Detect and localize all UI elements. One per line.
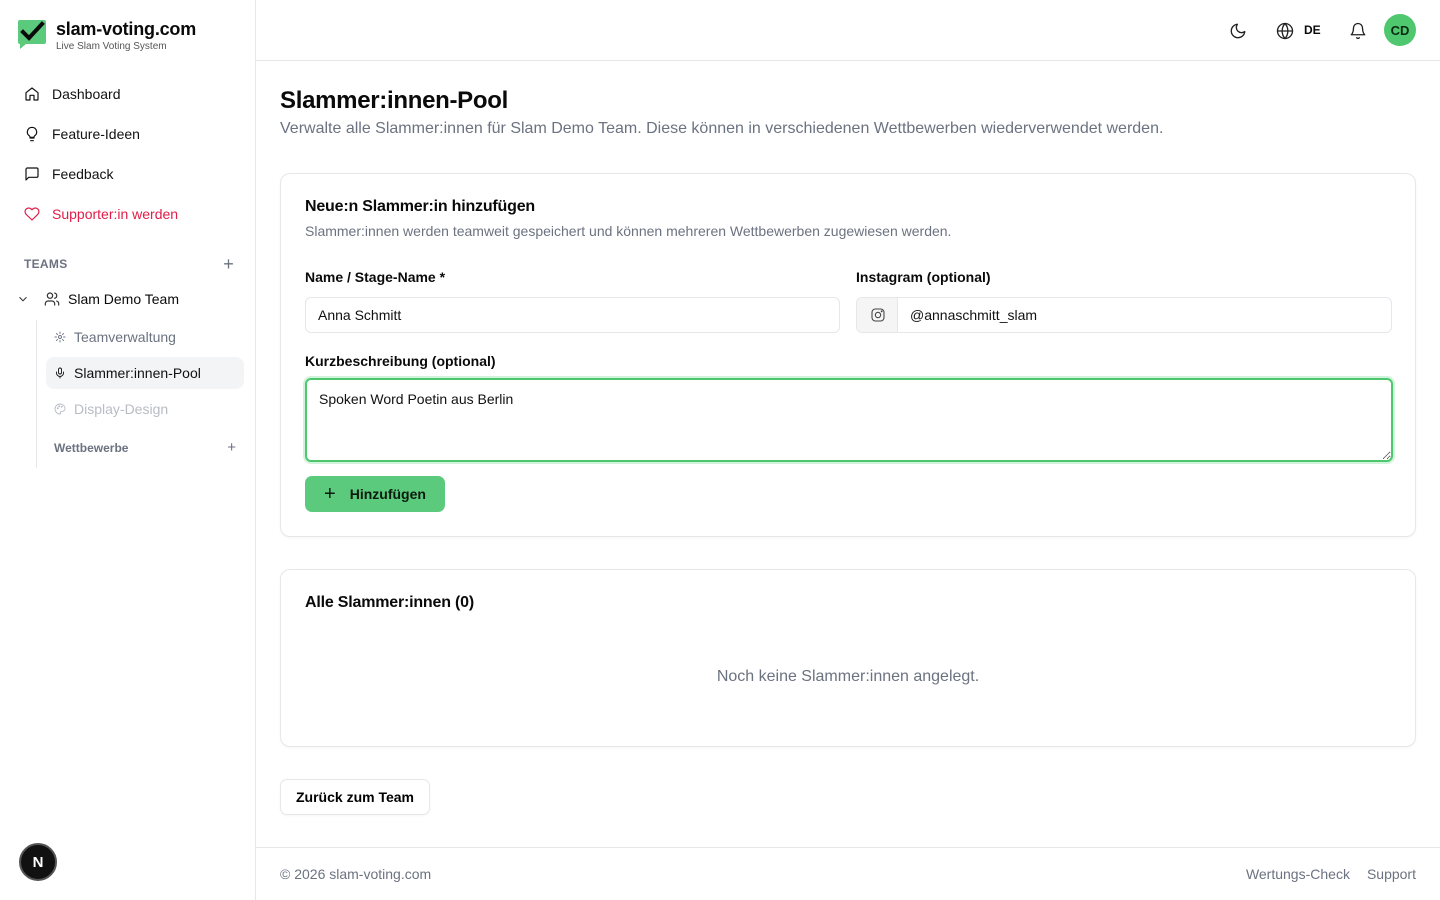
add-team-icon[interactable]: + (223, 255, 234, 273)
sidebar: slam-voting.com Live Slam Voting System … (0, 0, 256, 900)
add-competition-icon[interactable]: + (227, 440, 236, 456)
competitions-heading-label: Wettbewerbe (54, 441, 129, 455)
sidebar-item-label: Teamverwaltung (74, 329, 176, 345)
sidebar-item-teamverwaltung[interactable]: Teamverwaltung (46, 321, 244, 353)
back-to-team-button[interactable]: Zurück zum Team (280, 779, 430, 815)
competitions-heading: Wettbewerbe + (54, 440, 236, 456)
users-icon (44, 292, 60, 306)
main-nav: Dashboard Feature-Ideen Feedback Support… (16, 74, 244, 234)
team-name: Slam Demo Team (68, 291, 180, 307)
dev-badge[interactable]: N (19, 843, 57, 881)
footer-link-wertungs-check[interactable]: Wertungs-Check (1246, 866, 1350, 882)
nav-item-feedback[interactable]: Feedback (16, 154, 244, 194)
add-slammer-button-label: Hinzufügen (349, 486, 426, 502)
page-title: Slammer:innen-Pool (280, 87, 508, 114)
instagram-label: Instagram (optional) (856, 269, 991, 285)
heart-icon (24, 207, 40, 221)
bio-textarea[interactable]: Spoken Word Poetin aus Berlin (305, 378, 1393, 462)
nav-item-label: Supporter:in werden (52, 206, 179, 222)
chevron-down-icon[interactable] (16, 292, 30, 306)
home-icon (25, 87, 39, 101)
lightbulb-icon (26, 126, 38, 142)
sidebar-item-display-design: Display-Design (46, 393, 244, 425)
sidebar-item-label: Slammer:innen-Pool (74, 365, 201, 381)
microphone-icon (56, 367, 64, 379)
empty-state-text: Noch keine Slammer:innen angelegt. (716, 668, 980, 685)
globe-icon[interactable] (1276, 22, 1294, 40)
sidebar-item-slammer-pool[interactable]: Slammer:innen-Pool (46, 357, 244, 389)
nav-item-label: Feedback (52, 166, 114, 182)
slammer-list-card: Alle Slammer:innen (0) Noch keine Slamme… (280, 569, 1416, 747)
team-item-slam-demo-team[interactable]: Slam Demo Team (16, 288, 244, 310)
bell-icon[interactable] (1349, 22, 1367, 40)
teams-heading: TEAMS + (24, 255, 234, 273)
nav-item-label: Dashboard (52, 86, 121, 102)
instagram-icon (870, 308, 885, 322)
bio-label: Kurzbeschreibung (optional) (305, 353, 496, 369)
instagram-input[interactable] (897, 297, 1392, 333)
palette-icon (54, 403, 66, 415)
sidebar-item-label: Display-Design (74, 401, 169, 417)
instagram-prefix (856, 297, 898, 333)
name-input[interactable] (305, 297, 840, 333)
brand[interactable]: slam-voting.com Live Slam Voting System (16, 18, 196, 52)
nav-item-feature-ideas[interactable]: Feature-Ideen (16, 114, 244, 154)
footer-link-support[interactable]: Support (1367, 866, 1416, 882)
moon-icon[interactable] (1229, 22, 1247, 40)
brand-title: slam-voting.com (56, 19, 197, 39)
team-subtree: Teamverwaltung Slammer:innen-Pool Displa… (36, 320, 244, 468)
brand-subtitle: Live Slam Voting System (56, 41, 167, 52)
gear-icon (54, 331, 66, 343)
teams-heading-label: TEAMS (24, 257, 68, 271)
footer-links: Wertungs-Check Support (1246, 866, 1416, 882)
checkmark-logo-icon (18, 20, 46, 49)
card-title: Alle Slammer:innen (0) (305, 594, 474, 611)
card-description: Slammer:innen werden teamweit gespeicher… (305, 223, 952, 239)
message-square-icon (25, 167, 39, 181)
name-label: Name / Stage-Name * (305, 269, 446, 285)
nav-item-dashboard[interactable]: Dashboard (16, 74, 244, 114)
avatar[interactable]: CD (1384, 14, 1416, 46)
copyright: © 2026 slam-voting.com (280, 866, 432, 882)
page-description: Verwalte alle Slammer:innen für Slam Dem… (280, 120, 1164, 137)
nav-item-label: Feature-Ideen (52, 126, 140, 142)
nav-item-supporter[interactable]: Supporter:in werden (16, 194, 244, 234)
add-slammer-card: Neue:n Slammer:in hinzufügen Slammer:inn… (280, 173, 1416, 537)
language-switcher[interactable]: DE (1304, 23, 1321, 37)
add-slammer-button[interactable]: + Hinzufügen (305, 476, 445, 512)
footer: © 2026 slam-voting.com Wertungs-Check Su… (256, 847, 1440, 900)
plus-icon: + (324, 483, 336, 505)
card-title: Neue:n Slammer:in hinzufügen (305, 198, 535, 215)
topbar: DE CD (256, 0, 1440, 61)
